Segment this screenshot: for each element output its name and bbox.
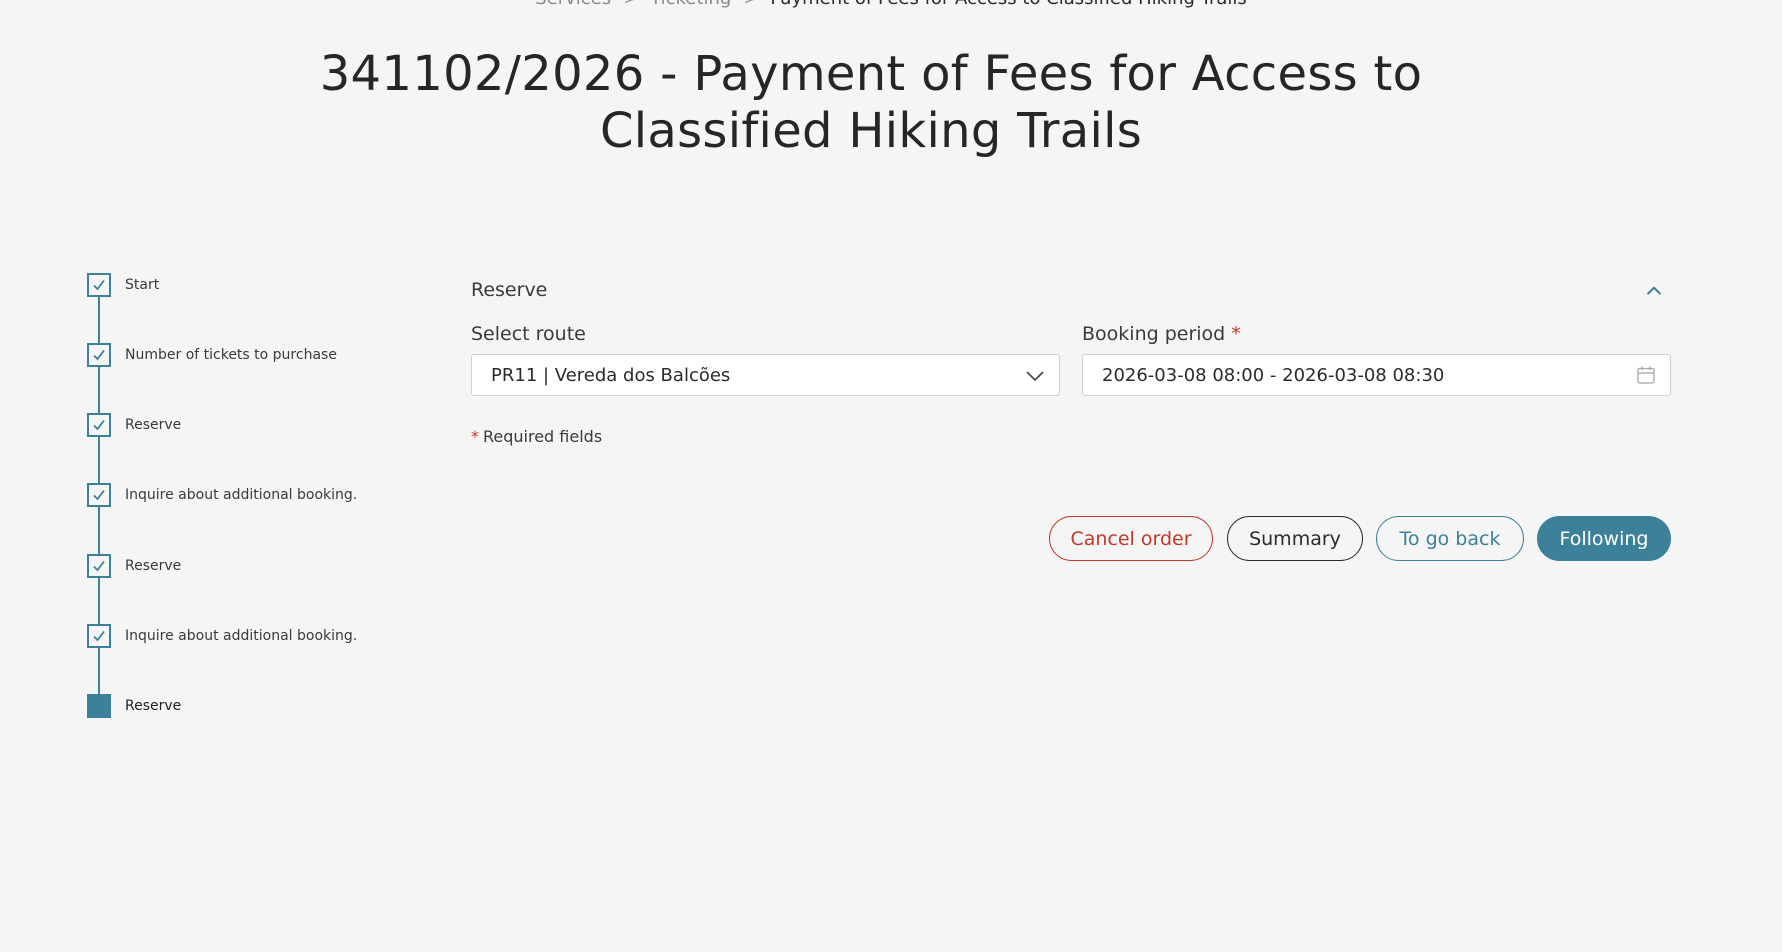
booking-period-input[interactable]: 2026-03-08 08:00 - 2026-03-08 08:30 — [1082, 354, 1671, 396]
stepper-connector — [98, 437, 100, 483]
step-label: Start — [125, 277, 160, 293]
booking-period-label-text: Booking period — [1082, 323, 1226, 345]
step-number-of-tickets[interactable]: Number of tickets to purchase — [87, 343, 337, 367]
booking-period-label: Booking period * — [1082, 323, 1241, 345]
page: Services > Ticketing > Payment of Fees f… — [0, 0, 1782, 952]
required-star: * — [471, 427, 479, 446]
checkbox-checked-icon — [87, 343, 111, 367]
checkbox-checked-icon — [87, 273, 111, 297]
cancel-order-button[interactable]: Cancel order — [1049, 516, 1213, 561]
breadcrumb-item-ticketing[interactable]: Ticketing — [650, 0, 731, 9]
calendar-icon[interactable] — [1636, 365, 1656, 385]
step-inquire-additional[interactable]: Inquire about additional booking. — [87, 483, 357, 507]
step-reserve[interactable]: Reserve — [87, 413, 181, 437]
checkbox-checked-icon — [87, 624, 111, 648]
step-label: Number of tickets to purchase — [125, 347, 337, 363]
stepper-connector — [98, 578, 100, 624]
step-reserve-current: Reserve — [87, 694, 181, 718]
checkbox-checked-icon — [87, 413, 111, 437]
next-button[interactable]: Following — [1537, 516, 1671, 561]
stepper-connector — [98, 297, 100, 343]
route-select-value: PR11 | Vereda dos Balcões — [491, 364, 731, 386]
summary-button[interactable]: Summary — [1227, 516, 1363, 561]
chevron-up-icon[interactable] — [1642, 279, 1666, 303]
step-reserve[interactable]: Reserve — [87, 554, 181, 578]
checkbox-checked-icon — [87, 483, 111, 507]
step-label: Inquire about additional booking. — [125, 628, 358, 644]
step-label: Reserve — [125, 417, 182, 433]
checkbox-checked-icon — [87, 554, 111, 578]
step-label: Reserve — [125, 698, 182, 714]
section-title: Reserve — [471, 279, 548, 301]
breadcrumb-separator: > — [743, 0, 758, 9]
booking-period-value: 2026-03-08 08:00 - 2026-03-08 08:30 — [1102, 364, 1445, 386]
stepper-connector — [98, 367, 100, 413]
route-select[interactable]: PR11 | Vereda dos Balcões — [471, 354, 1060, 396]
breadcrumb-item-current: Payment of Fees for Access to Classified… — [770, 0, 1246, 9]
required-star: * — [1231, 323, 1241, 345]
breadcrumb-separator: > — [623, 0, 638, 9]
back-button[interactable]: To go back — [1376, 516, 1524, 561]
step-start[interactable]: Start — [87, 273, 159, 297]
chevron-down-icon — [1026, 371, 1044, 382]
required-fields-note: * Required fields — [471, 427, 602, 446]
step-label: Reserve — [125, 558, 182, 574]
required-fields-text: Required fields — [483, 427, 603, 446]
breadcrumb: Services > Ticketing > Payment of Fees f… — [0, 0, 1782, 9]
breadcrumb-item-services[interactable]: Services — [535, 0, 611, 9]
step-label: Inquire about additional booking. — [125, 487, 358, 503]
page-title: 341102/2026 - Payment of Fees for Access… — [319, 46, 1423, 159]
step-inquire-additional[interactable]: Inquire about additional booking. — [87, 624, 357, 648]
route-label: Select route — [471, 323, 586, 345]
stepper-connector — [98, 507, 100, 554]
step-current-icon — [87, 694, 111, 718]
stepper-connector — [98, 648, 100, 694]
